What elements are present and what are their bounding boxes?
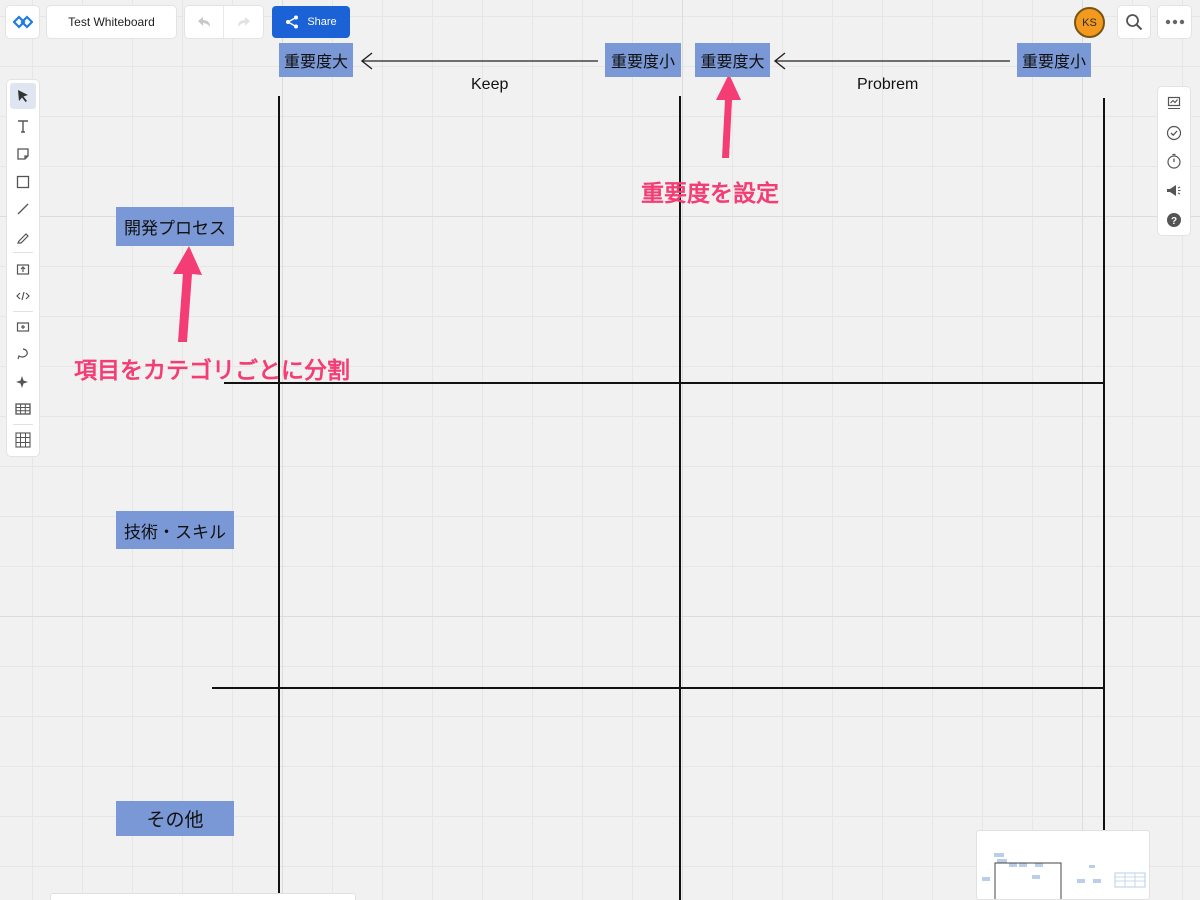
lasso-tool[interactable] — [10, 341, 36, 367]
lasso-icon — [17, 348, 28, 360]
text-icon — [18, 120, 28, 133]
upload-tool[interactable] — [10, 256, 36, 282]
text-tool[interactable] — [10, 113, 36, 139]
line-icon — [17, 203, 29, 215]
importance-label-low-keep[interactable]: 重要度小 — [605, 43, 681, 77]
bottom-panel[interactable] — [50, 893, 356, 900]
sticky-note-tool[interactable] — [10, 141, 36, 167]
share-label: Share — [307, 16, 337, 28]
share-icon — [286, 15, 299, 29]
column-header-keep[interactable]: Keep — [471, 76, 508, 94]
grid-tool[interactable] — [10, 427, 36, 453]
board-line-row-2 — [212, 687, 1105, 689]
rectangle-tool[interactable] — [10, 169, 36, 195]
share-button[interactable]: Share — [272, 6, 350, 38]
search-icon — [1126, 14, 1143, 31]
search-button[interactable] — [1118, 6, 1150, 38]
announce-icon — [1167, 185, 1181, 197]
table-icon — [15, 403, 31, 415]
column-header-problem[interactable]: Probrem — [857, 76, 918, 94]
undo-button[interactable] — [185, 6, 224, 38]
importance-label-high-problem[interactable]: 重要度大 — [695, 43, 770, 77]
frame-add-icon — [16, 322, 30, 332]
undo-icon — [198, 17, 210, 27]
announce-button[interactable] — [1161, 178, 1187, 204]
importance-label-low-problem[interactable]: 重要度小 — [1017, 43, 1091, 77]
grid-icon — [15, 432, 31, 448]
frame-add-tool[interactable] — [10, 314, 36, 340]
pen-tool[interactable] — [10, 224, 36, 250]
minimap-preview — [982, 853, 1146, 899]
board-title[interactable]: Test Whiteboard — [47, 6, 176, 38]
category-other[interactable]: その他 — [116, 801, 234, 836]
importance-label-high-keep[interactable]: 重要度大 — [279, 43, 353, 77]
embed-code-icon — [16, 291, 30, 301]
timer-button[interactable] — [1161, 148, 1187, 174]
toolbar-divider — [13, 424, 33, 425]
rectangle-icon — [16, 175, 30, 189]
ai-sparkle-tool[interactable] — [10, 369, 36, 395]
timer-icon — [1167, 153, 1181, 169]
svg-text:?: ? — [1171, 216, 1177, 227]
embed-code-tool[interactable] — [10, 283, 36, 309]
select-icon — [18, 90, 28, 102]
category-dev-process[interactable]: 開発プロセス — [116, 207, 234, 246]
redo-icon — [237, 17, 250, 27]
select-tool[interactable] — [10, 83, 36, 109]
more-options-button[interactable] — [1158, 6, 1191, 38]
category-tech-skills[interactable]: 技術・スキル — [116, 511, 234, 549]
presentation-button[interactable] — [1161, 90, 1187, 116]
undo-redo-group — [185, 6, 263, 38]
toolbar-divider — [13, 311, 33, 312]
user-avatar[interactable]: KS — [1074, 7, 1105, 38]
sticky-note-icon — [17, 148, 29, 160]
toolbar-divider — [13, 252, 33, 253]
minimap[interactable] — [976, 830, 1150, 900]
table-tool[interactable] — [10, 396, 36, 422]
app-logo-button[interactable] — [6, 6, 39, 38]
redo-button[interactable] — [224, 6, 263, 38]
more-icon — [1165, 19, 1184, 25]
presentation-icon — [1167, 96, 1181, 110]
help-button[interactable]: ? — [1161, 207, 1187, 233]
annotation-set-importance[interactable]: 重要度を設定 — [641, 174, 779, 208]
ai-sparkle-icon — [16, 376, 28, 388]
pen-icon — [17, 233, 29, 244]
checklist-icon — [1166, 125, 1182, 141]
annotation-split-categories[interactable]: 項目をカテゴリごとに分割 — [74, 351, 350, 385]
checklist-button[interactable] — [1161, 120, 1187, 146]
right-toolbar: ? — [1158, 87, 1190, 235]
upload-icon — [16, 264, 30, 275]
logo-icon — [12, 15, 33, 29]
help-icon: ? — [1167, 213, 1181, 227]
whiteboard-canvas[interactable]: 重要度大 重要度小 重要度大 重要度小 Keep Probrem 開発プロセス … — [0, 0, 1200, 900]
line-tool[interactable] — [10, 196, 36, 222]
left-toolbar — [7, 80, 39, 456]
